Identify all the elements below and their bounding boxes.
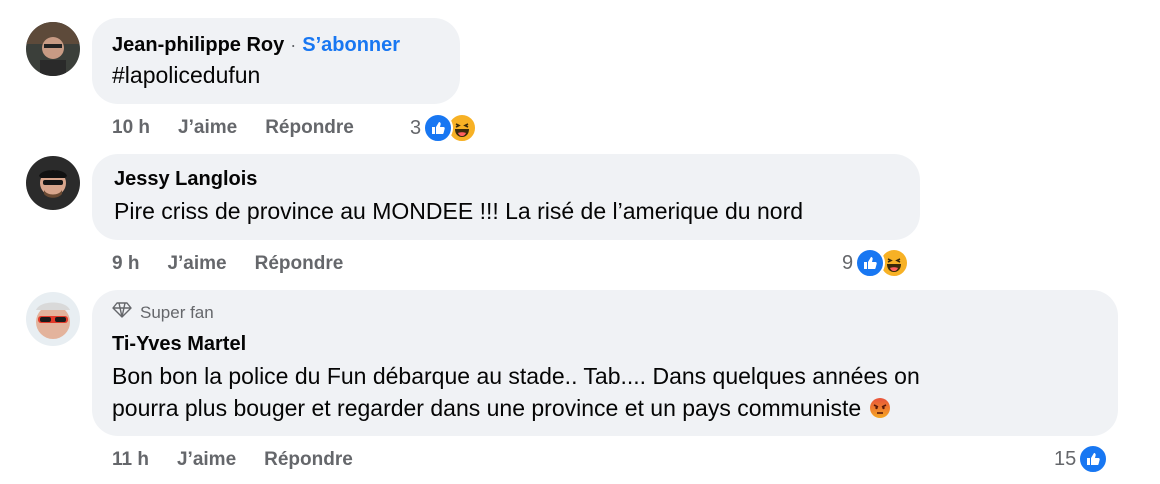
reactions-summary[interactable]: 9 — [842, 248, 910, 278]
reply-button[interactable]: Répondre — [264, 449, 353, 471]
like-button[interactable]: J’aime — [167, 253, 226, 275]
author-name[interactable]: Jean-philippe Roy — [112, 34, 284, 57]
separator: · — [290, 35, 297, 55]
comment-text: #lapolicedufun — [112, 62, 261, 88]
reactions-summary[interactable]: 15 — [1054, 444, 1109, 474]
timestamp[interactable]: 10 h — [112, 117, 150, 139]
author-name[interactable]: Ti-Yves Martel — [112, 333, 1096, 356]
like-icon — [1078, 444, 1109, 474]
comment-bubble: Super fan Ti-Yves Martel Bon bon la poli… — [92, 290, 1118, 436]
badge-label: Super fan — [140, 302, 214, 322]
comment-text: Pire criss de province au MONDEE !!! La … — [114, 198, 804, 224]
super-fan-badge: Super fan — [112, 302, 1096, 323]
comment-text: Bon bon la police du Fun débarque au sta… — [112, 360, 1096, 424]
reaction-count: 3 — [410, 116, 422, 139]
author-name[interactable]: Jessy Langlois — [114, 168, 898, 191]
like-button[interactable]: J’aime — [178, 117, 237, 139]
avatar[interactable] — [26, 22, 80, 76]
subscribe-link[interactable]: S’abonner — [302, 34, 400, 57]
comment-bubble: Jean-philippe Roy · S’abonner #lapoliced… — [92, 18, 460, 104]
like-button[interactable]: J’aime — [177, 449, 236, 471]
comment-actions: 11 h J’aime Répondre — [112, 448, 381, 472]
comment-bubble: Jessy Langlois Pire criss de province au… — [92, 154, 920, 240]
timestamp[interactable]: 9 h — [112, 253, 139, 275]
timestamp[interactable]: 11 h — [112, 449, 149, 471]
reactions-summary[interactable]: 3 — [410, 113, 478, 143]
reply-button[interactable]: Répondre — [265, 117, 354, 139]
comment-actions: 10 h J’aime Répondre — [112, 116, 382, 140]
comment-text-line: pourra plus bouger et regarder dans une … — [112, 395, 862, 421]
comment-actions: 9 h J’aime Répondre — [112, 252, 371, 276]
comment-text-line: Bon bon la police du Fun débarque au sta… — [112, 363, 920, 389]
like-icon — [855, 248, 886, 278]
diamond-icon — [112, 302, 132, 323]
avatar[interactable] — [26, 156, 80, 210]
angry-emoji-icon — [869, 397, 891, 419]
reply-button[interactable]: Répondre — [255, 253, 344, 275]
reaction-count: 15 — [1054, 447, 1077, 470]
avatar[interactable] — [26, 292, 80, 346]
reaction-count: 9 — [842, 251, 854, 274]
like-icon — [423, 113, 454, 143]
